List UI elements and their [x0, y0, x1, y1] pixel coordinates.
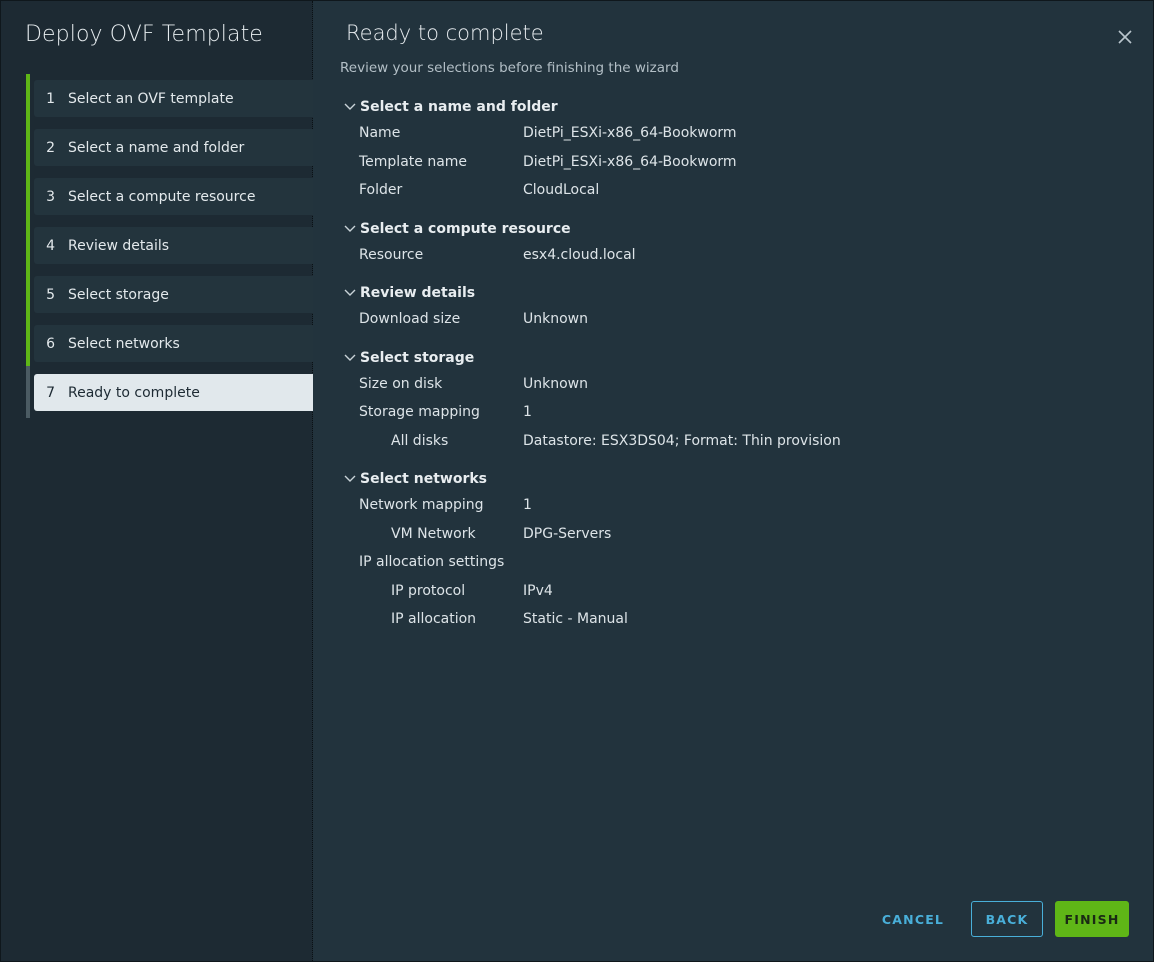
summary-row: IP protocol IPv4	[341, 577, 1121, 606]
section-header[interactable]: Review details	[341, 281, 1121, 305]
summary-list: Select a name and folder Name DietPi_ESXi-…	[341, 95, 1121, 646]
chevron-down-icon	[341, 289, 359, 297]
summary-row: Storage mapping 1	[341, 398, 1121, 427]
page-subtitle: Review your selections before finishing …	[340, 60, 679, 76]
row-value: CloudLocal	[523, 182, 600, 199]
step-number: 7	[46, 384, 55, 401]
row-value: esx4.cloud.local	[523, 246, 636, 263]
page-title: Ready to complete	[346, 21, 544, 45]
summary-section: Select a compute resource Resource esx4.cl…	[341, 217, 1121, 270]
close-icon	[1118, 30, 1132, 44]
summary-row: Network mapping 1	[341, 491, 1121, 520]
summary-row: Download size Unknown	[341, 305, 1121, 334]
summary-row: Size on disk Unknown	[341, 370, 1121, 399]
row-label: All disks	[391, 432, 449, 449]
wizard-sidebar: Deploy OVF Template 1 Select an OVF templ…	[1, 1, 313, 961]
step-5[interactable]: 5 Select storage	[34, 276, 313, 313]
step-label: Select storage	[68, 286, 169, 303]
row-label: Network mapping	[359, 497, 484, 514]
row-value: Unknown	[523, 375, 588, 392]
row-value: Datastore: ESX3DS04; Format: Thin provis…	[523, 432, 841, 449]
summary-section: Review details Download size Unknown	[341, 281, 1121, 334]
summary-row: IP allocation settings	[341, 548, 1121, 577]
section-header[interactable]: Select a name and folder	[341, 95, 1121, 119]
section-title: Review details	[360, 285, 476, 301]
row-value: Static - Manual	[523, 611, 628, 628]
step-number: 5	[46, 286, 55, 303]
step-7-active[interactable]: 7 Ready to complete	[34, 374, 313, 411]
step-6[interactable]: 6 Select networks	[34, 325, 313, 362]
summary-row: Name DietPi_ESXi-x86_64-Bookworm	[341, 119, 1121, 148]
chevron-down-icon	[341, 475, 359, 483]
summary-section: Select storage Size on disk Unknown Storage…	[341, 346, 1121, 456]
close-button[interactable]	[1115, 27, 1135, 47]
section-title: Select a name and folder	[360, 99, 558, 115]
step-label: Select a compute resource	[68, 188, 256, 205]
row-value: DPG-Servers	[523, 525, 612, 542]
row-label: IP protocol	[391, 582, 466, 599]
section-header[interactable]: Select networks	[341, 467, 1121, 491]
summary-row: IP allocation Static - Manual	[341, 605, 1121, 634]
step-number: 2	[46, 139, 55, 156]
summary-row: Resource esx4.cloud.local	[341, 241, 1121, 270]
step-label: Select networks	[68, 335, 180, 352]
row-label: Folder	[359, 182, 403, 199]
back-button[interactable]: BACK	[971, 901, 1043, 937]
wizard-content: Ready to complete Review your selections…	[313, 1, 1153, 961]
row-label: Download size	[359, 311, 461, 328]
step-label: Review details	[68, 237, 170, 254]
row-label: IP allocation settings	[359, 554, 505, 571]
step-label: Ready to complete	[68, 384, 200, 401]
row-value: DietPi_ESXi-x86_64-Bookworm	[523, 125, 737, 142]
summary-section: Select networks Network mapping 1 VM Networ…	[341, 467, 1121, 634]
row-value: 1	[523, 497, 532, 514]
section-header[interactable]: Select storage	[341, 346, 1121, 370]
section-title: Select storage	[360, 349, 475, 366]
cancel-button[interactable]: CANCEL	[877, 901, 949, 937]
row-label: Resource	[359, 246, 424, 263]
step-label: Select a name and folder	[68, 139, 245, 156]
row-label: VM Network	[391, 525, 476, 542]
row-value: DietPi_ESXi-x86_64-Bookworm	[523, 153, 737, 170]
finish-button[interactable]: FINISH	[1055, 901, 1129, 937]
chevron-down-icon	[341, 354, 359, 362]
summary-row: Template name DietPi_ESXi-x86_64-Bookworm	[341, 148, 1121, 177]
row-value: IPv4	[523, 582, 553, 599]
row-label: Storage mapping	[359, 404, 480, 421]
section-header[interactable]: Select a compute resource	[341, 217, 1121, 241]
summary-row: VM Network DPG-Servers	[341, 520, 1121, 549]
step-number: 4	[46, 237, 55, 254]
step-2[interactable]: 2 Select a name and folder	[34, 129, 313, 166]
step-progress-done	[26, 74, 30, 366]
row-label: Size on disk	[359, 375, 443, 392]
wizard-steps: 1 Select an OVF template 2 Select a name a…	[26, 74, 313, 418]
step-4[interactable]: 4 Review details	[34, 227, 313, 264]
wizard-footer: CANCEL BACK FINISH	[865, 901, 1129, 937]
summary-row: All disks Datastore: ESX3DS04; Format: Th…	[341, 427, 1121, 456]
chevron-down-icon	[341, 103, 359, 111]
section-title: Select networks	[360, 471, 487, 487]
step-1[interactable]: 1 Select an OVF template	[34, 80, 313, 117]
row-label: Name	[359, 125, 401, 142]
summary-row: Folder CloudLocal	[341, 176, 1121, 205]
row-value: 1	[523, 404, 532, 421]
section-title: Select a compute resource	[360, 220, 571, 237]
step-label: Select an OVF template	[68, 90, 234, 107]
row-label: IP allocation	[391, 611, 477, 628]
step-number: 6	[46, 335, 55, 352]
chevron-down-icon	[341, 225, 359, 233]
step-number: 3	[46, 188, 55, 205]
step-progress-rail	[26, 74, 30, 418]
row-value: Unknown	[523, 311, 588, 328]
row-label: Template name	[359, 153, 468, 170]
deploy-ovf-dialog: Deploy OVF Template 1 Select an OVF templ…	[0, 0, 1154, 962]
wizard-title: Deploy OVF Template	[25, 22, 263, 47]
summary-section: Select a name and folder Name DietPi_ESXi-…	[341, 95, 1121, 205]
step-number: 1	[46, 90, 55, 107]
step-3[interactable]: 3 Select a compute resource	[34, 178, 313, 215]
